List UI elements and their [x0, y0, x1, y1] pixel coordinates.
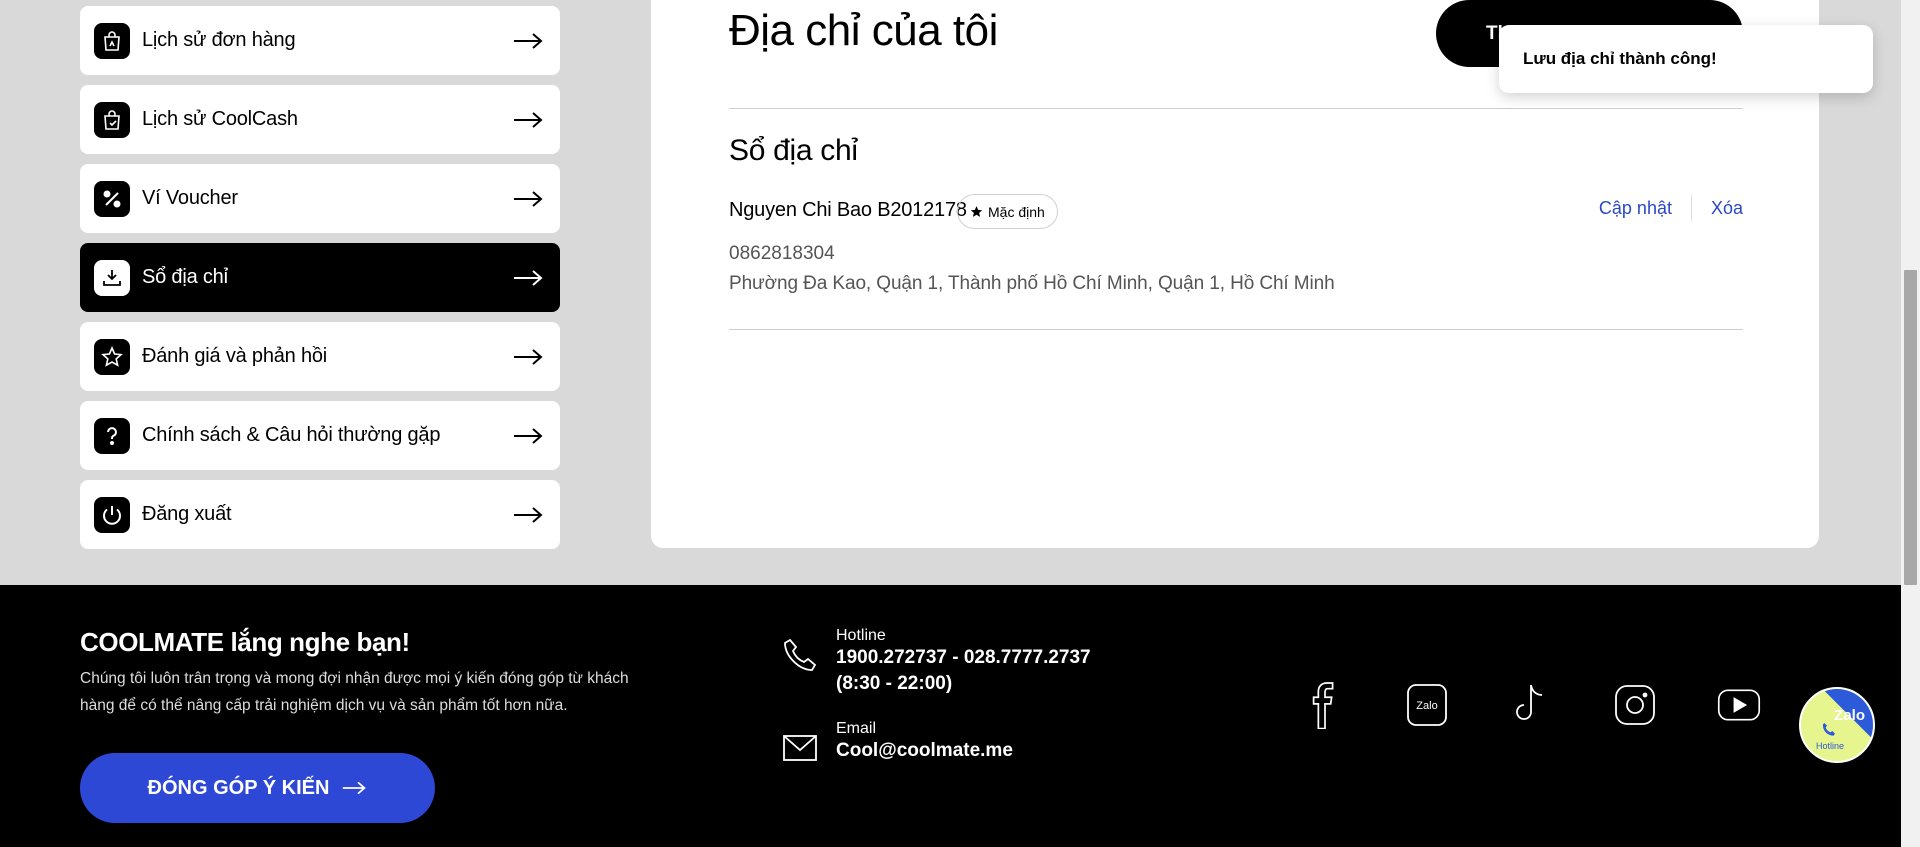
default-badge: Mặc định [957, 194, 1058, 229]
zalo-hotline-widget[interactable]: Zalo Hotline [1799, 687, 1875, 763]
order-bag-icon [94, 22, 130, 59]
question-icon [94, 417, 130, 454]
update-address-link[interactable]: Cập nhật [1599, 198, 1672, 219]
power-icon [94, 496, 130, 533]
email-label: Email [836, 720, 877, 737]
coolcash-bag-icon [94, 101, 130, 138]
social-links: Zalo [1300, 680, 1762, 730]
hotline-label: Hotline [1816, 741, 1845, 751]
hotline-hours: (8:30 - 22:00) [836, 673, 953, 694]
arrow-right-icon [514, 427, 543, 444]
page-scrollbar[interactable] [1901, 0, 1920, 847]
arrow-right-icon [514, 32, 543, 49]
toast-message: Lưu địa chỉ thành công! [1523, 49, 1717, 68]
sidebar-item-label: Ví Voucher [142, 187, 238, 209]
sidebar-item-label: Chính sách & Câu hỏi thường gặp [142, 424, 441, 446]
arrow-right-icon [514, 506, 543, 523]
divider [729, 329, 1743, 330]
star-filled-icon [970, 206, 983, 217]
footer-description: Chúng tôi luôn trân trọng và mong đợi nh… [80, 670, 629, 714]
email-block: Email Cool@coolmate.me [780, 720, 1013, 768]
facebook-icon[interactable] [1300, 680, 1346, 730]
zalo-icon-text: Zalo [1416, 700, 1437, 712]
percent-icon [94, 180, 130, 217]
zalo-label: Zalo [1834, 707, 1865, 724]
arrow-right-icon [514, 269, 543, 286]
feedback-button[interactable]: ĐÓNG GÓP Ý KIẾN [80, 753, 435, 823]
sidebar-item-order-history[interactable]: Lịch sử đơn hàng [80, 6, 560, 75]
address-phone: 0862818304 [729, 243, 835, 264]
address-recipient-name: Nguyen Chi Bao B2012178 [729, 199, 967, 221]
footer: COOLMATE lắng nghe bạn! Chúng tôi luôn t… [0, 585, 1901, 847]
sidebar-item-voucher[interactable]: Ví Voucher [80, 164, 560, 233]
sidebar-item-coolcash-history[interactable]: Lịch sử CoolCash [80, 85, 560, 154]
arrow-right-icon [514, 111, 543, 128]
address-full-text: Phường Đa Kao, Quận 1, Thành phố Hồ Chí … [729, 273, 1335, 294]
divider [729, 108, 1743, 109]
email-value[interactable]: Cool@coolmate.me [836, 738, 1013, 764]
sidebar-item-logout[interactable]: Đăng xuất [80, 480, 560, 549]
default-badge-label: Mặc định [988, 203, 1045, 220]
arrow-right-icon [343, 781, 367, 795]
footer-title: COOLMATE lắng nghe bạn! [80, 627, 410, 657]
sidebar-item-label: Đánh giá và phản hồi [142, 345, 328, 367]
star-icon [94, 338, 130, 375]
sidebar-item-label: Lịch sử CoolCash [142, 108, 298, 130]
youtube-icon[interactable] [1716, 680, 1762, 730]
divider [1690, 195, 1692, 221]
arrow-right-icon [514, 190, 543, 207]
phone-icon [1822, 723, 1835, 736]
sidebar-item-label: Đăng xuất [142, 503, 232, 525]
tiktok-icon[interactable] [1508, 680, 1554, 730]
sidebar-item-policy-faq[interactable]: Chính sách & Câu hỏi thường gặp [80, 401, 560, 470]
sidebar-item-label: Lịch sử đơn hàng [142, 29, 296, 51]
section-title: Sổ địa chỉ [729, 134, 858, 167]
delete-address-link[interactable]: Xóa [1711, 198, 1743, 219]
mail-icon [783, 735, 817, 761]
sidebar-item-reviews[interactable]: Đánh giá và phản hồi [80, 322, 560, 391]
page-title: Địa chỉ của tôi [729, 6, 998, 55]
feedback-button-label: ĐÓNG GÓP Ý KIẾN [147, 776, 330, 799]
phone-icon [784, 638, 817, 671]
instagram-icon[interactable] [1612, 680, 1658, 730]
address-actions: Cập nhật Xóa [1599, 195, 1743, 221]
hotline-block: Hotline 1900.272737 - 028.7777.2737 (8:3… [780, 627, 1091, 697]
address-download-icon [94, 259, 130, 296]
success-toast: Lưu địa chỉ thành công! [1499, 25, 1873, 93]
sidebar-item-address-book[interactable]: Sổ địa chỉ [80, 243, 560, 312]
sidebar-item-label: Sổ địa chỉ [142, 266, 228, 288]
arrow-right-icon [514, 348, 543, 365]
zalo-icon[interactable]: Zalo [1404, 680, 1450, 730]
account-sidebar: Lịch sử đơn hàng Lịch sử CoolCash Ví Vou… [80, 6, 560, 559]
scrollbar-thumb[interactable] [1904, 270, 1917, 585]
hotline-numbers[interactable]: 1900.272737 - 028.7777.2737 [836, 645, 1091, 671]
hotline-label: Hotline [836, 627, 886, 644]
